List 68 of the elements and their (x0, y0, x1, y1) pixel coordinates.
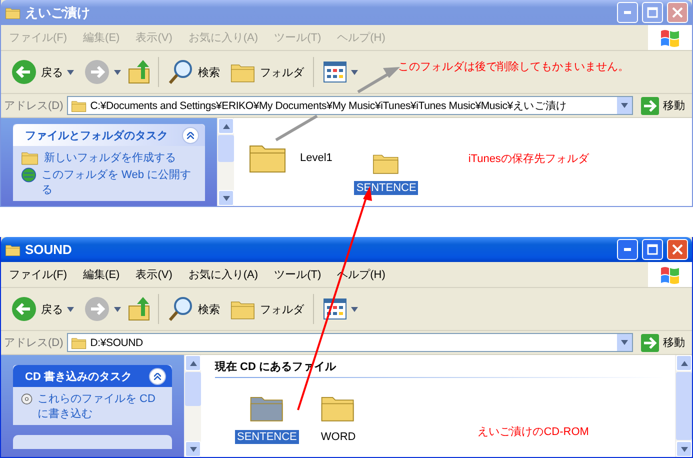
search-icon (168, 59, 194, 85)
flag-logo-icon (659, 264, 681, 284)
scrollbar[interactable] (675, 355, 692, 457)
menu-item[interactable]: 表示(V) (128, 267, 180, 282)
menu-item[interactable]: 編集(E) (75, 267, 128, 282)
double-chevron-icon (187, 132, 194, 138)
folder-icon (71, 336, 88, 350)
caret-icon (351, 306, 358, 312)
cd-icon (21, 391, 32, 407)
caret-icon (114, 70, 121, 74)
scroll-down-icon (680, 446, 688, 452)
scroll-up-icon (190, 360, 196, 366)
double-chevron-icon (154, 372, 161, 380)
scroll-up-icon (222, 124, 230, 128)
go-button[interactable]: 移動 (637, 332, 689, 354)
maximize-icon (647, 244, 658, 255)
scroll-up-icon (680, 360, 688, 366)
globe-icon (21, 167, 36, 184)
caret-icon (67, 70, 74, 74)
close-icon (672, 244, 683, 255)
go-arrow-icon (641, 334, 659, 352)
caret-icon (67, 306, 74, 312)
annotation-text: えいご漬けのCD-ROM (478, 425, 589, 439)
task-panel-title: ファイルとフォルダのタスク (25, 128, 168, 142)
dropdown-arrow-icon (621, 103, 628, 108)
scroll-down-icon (190, 446, 196, 452)
window-title: SOUND (25, 242, 73, 257)
folder-icon (5, 242, 21, 256)
collapse-button[interactable] (182, 126, 199, 144)
maximize-icon (647, 7, 658, 18)
menu-item[interactable]: お気に入り(A) (180, 267, 266, 282)
minimize-icon (624, 11, 631, 14)
task-link[interactable]: 新しいフォルダを作成する (21, 150, 197, 166)
maximize-button[interactable] (642, 239, 663, 260)
window-title: えいご漬け (25, 4, 91, 22)
close-icon (672, 7, 683, 18)
annotation-text: このフォルダは後で削除してもかまいません。 (398, 60, 629, 74)
menu-item[interactable]: ツール(T) (266, 267, 330, 282)
address-label: アドレス(D) (4, 336, 64, 350)
folders-button[interactable]: フォルダ (226, 296, 308, 322)
minimize-button[interactable] (617, 239, 638, 260)
scrollbar[interactable] (184, 355, 201, 457)
folder-icon (21, 150, 39, 166)
folder-icon (71, 98, 88, 112)
flag-logo-icon (659, 28, 681, 48)
folder-item[interactable]: SENTENCE (235, 392, 299, 444)
minimize-icon (624, 248, 631, 251)
grid-view-icon (323, 61, 347, 83)
search-icon (168, 296, 194, 322)
annotation-text: iTunesの保存先フォルダ (468, 152, 589, 166)
close-button[interactable] (667, 239, 688, 260)
go-arrow-icon (641, 96, 659, 114)
folder-item[interactable]: WORD (318, 392, 358, 444)
caret-icon (351, 70, 358, 74)
caret-icon (114, 306, 121, 312)
grid-view-icon (323, 298, 347, 320)
task-panel-title: CD 書き込みのタスク (25, 370, 132, 384)
dropdown-arrow-icon (621, 340, 628, 345)
task-link[interactable]: これらのファイルを CD に書き込む (21, 391, 164, 421)
task-link[interactable]: このフォルダを Web に公開する (21, 167, 197, 198)
menu-item[interactable]: ファイル(F) (1, 267, 76, 282)
address-field[interactable]: D:¥SOUND (67, 333, 633, 352)
folder-icon (5, 6, 21, 20)
back-button[interactable]: 戻る (7, 294, 78, 324)
address-label: アドレス(D) (4, 99, 64, 113)
collapse-button[interactable] (149, 368, 166, 384)
scroll-down-icon (222, 196, 230, 200)
search-button[interactable]: 検索 (164, 294, 224, 324)
